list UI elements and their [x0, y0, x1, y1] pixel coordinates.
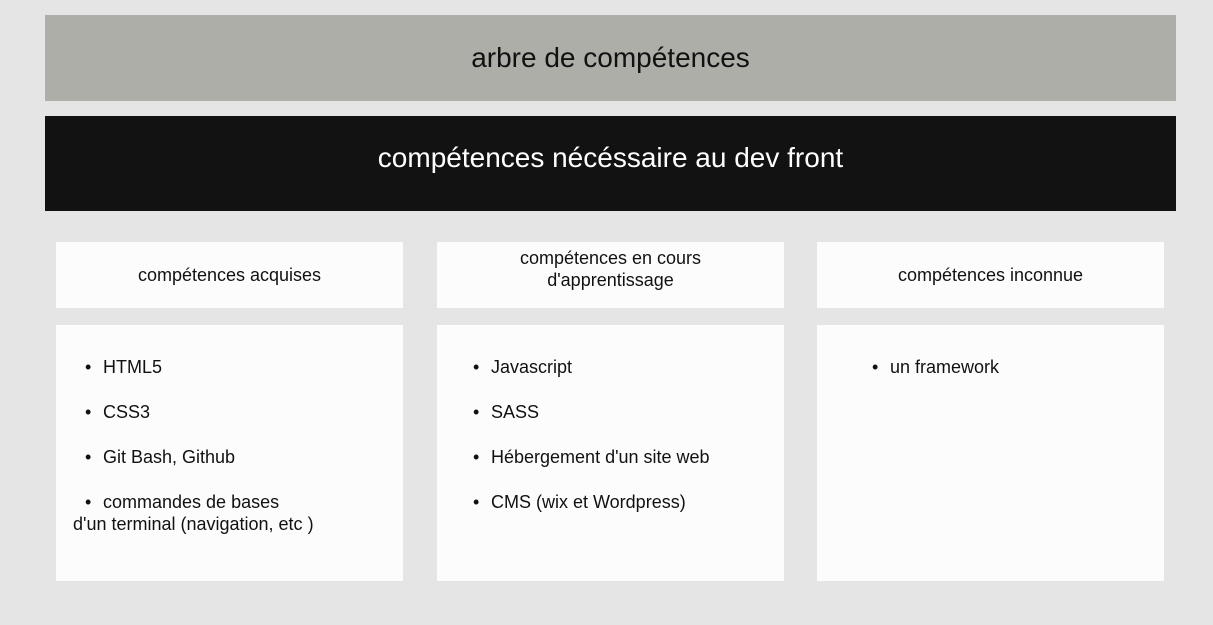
- bullet-icon: •: [872, 357, 879, 377]
- bullet-icon: •: [85, 357, 92, 377]
- list-item-label: Git Bash, Github: [103, 447, 236, 467]
- list-item-continuation: d'un terminal (navigation, etc ): [73, 513, 314, 535]
- column-heading-learning-line1: compétences en cours: [519, 248, 702, 268]
- column-body-learning: • Javascript • SASS • Hébergement d'un site…: [437, 325, 784, 581]
- column-header-unknown: compétences inconnue: [817, 242, 1164, 308]
- list-item-label: Javascript: [491, 357, 573, 377]
- column-heading-unknown: compétences inconnue: [897, 265, 1084, 285]
- column-header-acquired: compétences acquises: [56, 242, 403, 308]
- list-item-label: d'un terminal (navigation, etc ): [73, 514, 314, 534]
- list-item-label: CMS (wix et Wordpress): [491, 492, 686, 512]
- list-item-label: CSS3: [103, 402, 151, 422]
- page-title: arbre de compétences: [45, 15, 1176, 101]
- list-item: • Git Bash, Github: [85, 446, 235, 468]
- bullet-icon: •: [85, 447, 92, 467]
- bullet-icon: •: [85, 492, 92, 512]
- list-item-label: commandes de bases: [103, 492, 280, 512]
- list-item-label: Hébergement d'un site web: [491, 447, 710, 467]
- column-header-learning: compétences en cours d'apprentissage: [437, 242, 784, 308]
- bullet-icon: •: [473, 447, 480, 467]
- list-item-label: SASS: [491, 402, 540, 422]
- list-item: • commandes de bases: [85, 491, 279, 513]
- list-item-label: HTML5: [103, 357, 163, 377]
- list-item: • CSS3: [85, 401, 150, 423]
- list-item: • un framework: [872, 356, 999, 378]
- list-item: • Javascript: [473, 356, 572, 378]
- bullet-icon: •: [473, 492, 480, 512]
- column-heading-learning-line2: d'apprentissage: [547, 270, 674, 290]
- column-body-unknown: • un framework: [817, 325, 1164, 581]
- list-item: • SASS: [473, 401, 539, 423]
- column-heading-acquired: compétences acquises: [137, 265, 322, 285]
- bullet-icon: •: [473, 357, 480, 377]
- list-item: • Hébergement d'un site web: [473, 446, 710, 468]
- bullet-icon: •: [85, 402, 92, 422]
- page-subtitle-text: compétences nécéssaire au dev front: [377, 141, 844, 173]
- list-item: • HTML5: [85, 356, 162, 378]
- page-subtitle: compétences nécéssaire au dev front: [45, 116, 1176, 211]
- column-body-acquired: • HTML5 • CSS3 • Git Bash, Github • commande…: [56, 325, 403, 581]
- list-item: • CMS (wix et Wordpress): [473, 491, 686, 513]
- list-item-label: un framework: [890, 357, 1000, 377]
- bullet-icon: •: [473, 402, 480, 422]
- page-title-text: arbre de compétences: [471, 42, 750, 73]
